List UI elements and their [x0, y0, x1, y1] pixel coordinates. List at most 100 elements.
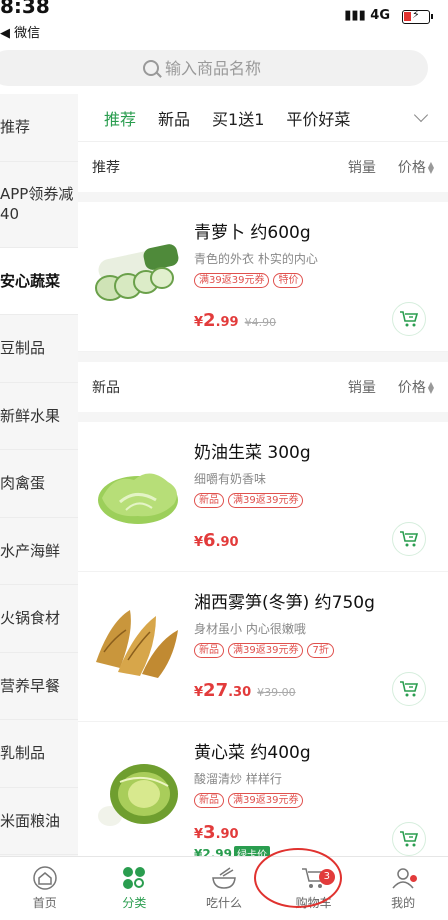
product-card[interactable]: 青萝卜 约600g 青色的外衣 朴实的内心 满39返39元券 特价 ¥2.99 ¥…	[78, 202, 448, 352]
sidebar-item-recommend[interactable]: 推荐	[0, 94, 78, 162]
product-tags: 新品 满39返39元券	[194, 493, 304, 508]
tag-coupon: 满39返39元券	[228, 643, 304, 658]
battery-icon: ⚡	[402, 8, 433, 24]
tabbar-label: 吃什么	[205, 896, 242, 910]
member-price-value: ¥2.99	[194, 846, 232, 857]
sidebar-item-hotpot[interactable]: 火锅食材	[0, 585, 78, 653]
price-integer: 27	[203, 680, 229, 701]
member-price-badge: 绿卡价	[233, 846, 270, 856]
tabbar-label: 我的	[391, 896, 416, 910]
sidebar-item-seafood[interactable]: 水产海鲜	[0, 518, 78, 585]
product-name: 湘西雾笋(冬笋) 约750g	[194, 593, 375, 613]
add-to-cart-button[interactable]	[392, 822, 426, 856]
product-desc: 酸溜清炒 样样行	[194, 772, 282, 786]
cart-count-badge: 3	[318, 869, 335, 885]
product-tags: 满39返39元券 特价	[194, 273, 304, 288]
bamboo-shoot-image	[96, 610, 178, 678]
product-card[interactable]: 黄心菜 约400g 酸溜清炒 样样行 新品 满39返39元券 ¥3.90 ¥2.…	[78, 722, 448, 856]
tabbar-category[interactable]: 分类	[90, 857, 180, 920]
section-header: 新品 销量 价格 ▲ ▼	[78, 362, 448, 412]
sidebar-item-tofu[interactable]: 豆制品	[0, 315, 78, 383]
product-list: 推荐 新品 买1送1 平价好菜 推荐 销量 价格 ▲ ▼ 青萝卜 约600g 青色的…	[78, 94, 448, 856]
signal-indicator: ▮▮▮ 4G	[344, 8, 390, 23]
sidebar-item-breakfast[interactable]: 营养早餐	[0, 653, 78, 720]
product-price: ¥6.90	[194, 530, 239, 551]
notification-dot	[410, 875, 418, 882]
section-header: 推荐 销量 价格 ▲ ▼	[78, 142, 448, 192]
price-decimal: .90	[215, 535, 239, 550]
product-tags: 新品 满39返39元券 7折	[194, 643, 334, 658]
status-bar: 8:38 ◀ 微信 ▮▮▮ 4G ⚡	[0, 0, 448, 44]
section-title: 新品	[92, 380, 120, 396]
sidebar-item-app-coupon[interactable]: APP领券减40	[0, 162, 78, 248]
lettuce-image	[98, 473, 178, 524]
tabbar-home[interactable]: 首页	[0, 857, 90, 920]
product-price: ¥3.90	[194, 822, 239, 843]
sidebar-item-grain-oil[interactable]: 米面粮油	[0, 788, 78, 855]
sidebar-item-dairy[interactable]: 乳制品	[0, 720, 78, 788]
tab-affordable[interactable]: 平价好菜	[286, 106, 350, 130]
search-icon	[143, 60, 159, 76]
sidebar-item-meat-egg[interactable]: 肉禽蛋	[0, 450, 78, 518]
status-time: 8:38	[0, 0, 50, 18]
product-price: ¥27.30 ¥39.00	[194, 680, 296, 701]
product-desc: 细嚼有奶香味	[194, 472, 267, 486]
search-box[interactable]	[0, 50, 428, 86]
radish-image	[95, 244, 179, 301]
tag-new: 新品	[194, 493, 224, 508]
search-bar	[0, 44, 448, 94]
sort-price-label: 价格	[397, 380, 426, 396]
product-name: 青萝卜 约600g	[194, 223, 311, 243]
tag-new: 新品	[194, 793, 224, 808]
tabbar-label: 购物车	[295, 896, 332, 910]
tabbar-what-to-eat[interactable]: 吃什么	[179, 857, 269, 920]
bottom-tabbar: 首页 分类 吃什么 3 购物车 我的	[0, 856, 448, 920]
subcategory-tabs: 推荐 新品 买1送1 平价好菜	[78, 94, 448, 142]
price-integer: 6	[203, 530, 216, 551]
signal-icon: ▮▮▮	[344, 8, 371, 23]
cabbage-image	[98, 764, 178, 826]
price-integer: 2	[203, 310, 216, 331]
product-desc: 身材虽小 内心很嫩哦	[194, 622, 306, 636]
home-icon	[33, 866, 57, 890]
sort-arrows-icon: ▲ ▼	[427, 160, 434, 175]
category-icon	[123, 867, 146, 889]
price-decimal: .30	[228, 685, 252, 700]
bowl-icon	[212, 867, 236, 889]
tabbar-profile[interactable]: 我的	[358, 857, 448, 920]
chevron-down-icon[interactable]	[413, 107, 429, 122]
category-sidebar: 推荐 APP领券减40 安心蔬菜 豆制品 新鲜水果 肉禽蛋 水产海鲜 火锅食材 …	[0, 94, 78, 856]
tabbar-cart[interactable]: 3 购物车	[269, 857, 359, 920]
product-price: ¥2.99 ¥4.90	[194, 310, 277, 331]
tag-coupon: 满39返39元券	[228, 793, 304, 808]
sort-price-label: 价格	[397, 160, 426, 176]
cart-icon	[400, 831, 419, 847]
back-to-wechat[interactable]: ◀ 微信	[0, 22, 40, 41]
sort-arrows-icon: ▲ ▼	[427, 380, 434, 395]
network-type: 4G	[370, 8, 390, 23]
tag-new: 新品	[194, 643, 224, 658]
tag-coupon: 满39返39元券	[194, 273, 270, 288]
search-input[interactable]	[165, 58, 275, 78]
tab-new[interactable]: 新品	[158, 106, 190, 130]
sort-by-sales[interactable]: 销量	[348, 157, 376, 177]
tabbar-label: 首页	[32, 896, 57, 910]
tag-coupon: 满39返39元券	[228, 493, 304, 508]
sidebar-item-vegetables[interactable]: 安心蔬菜	[0, 247, 78, 315]
product-name: 奶油生菜 300g	[194, 443, 311, 463]
sort-by-price[interactable]: 价格 ▲ ▼	[398, 377, 434, 397]
tab-recommend[interactable]: 推荐	[104, 106, 136, 130]
sort-by-price[interactable]: 价格 ▲ ▼	[398, 157, 434, 177]
sidebar-item-fruit[interactable]: 新鲜水果	[0, 383, 78, 450]
cart-icon	[400, 681, 419, 697]
sort-by-sales[interactable]: 销量	[348, 377, 376, 397]
tag-special: 特价	[273, 273, 304, 288]
add-to-cart-button[interactable]	[392, 302, 426, 336]
add-to-cart-button[interactable]	[392, 672, 426, 706]
add-to-cart-button[interactable]	[392, 522, 426, 556]
product-card[interactable]: 奶油生菜 300g 细嚼有奶香味 新品 满39返39元券 ¥6.90	[78, 422, 448, 572]
tag-discount: 7折	[307, 643, 334, 658]
tab-buy-one-get-one[interactable]: 买1送1	[212, 106, 264, 130]
member-price: ¥2.99 绿卡价	[194, 846, 270, 856]
product-card[interactable]: 湘西雾笋(冬笋) 约750g 身材虽小 内心很嫩哦 新品 满39返39元券 7折…	[78, 572, 448, 722]
